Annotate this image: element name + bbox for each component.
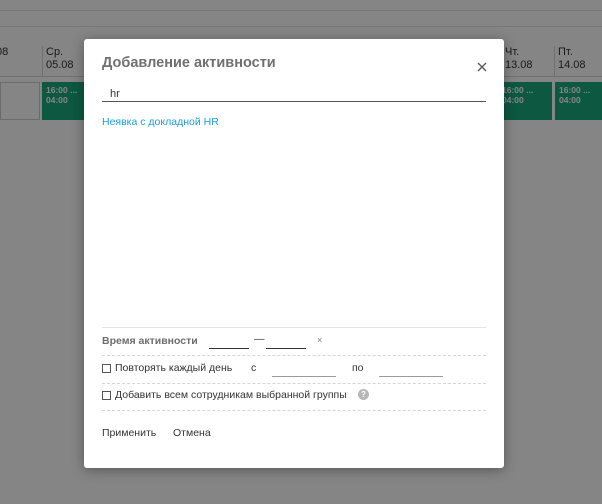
time-to-input[interactable] [266, 335, 306, 349]
help-icon[interactable]: ? [358, 389, 369, 400]
cancel-button[interactable]: Отмена [173, 427, 211, 439]
add-all-employees-checkbox[interactable] [102, 391, 111, 400]
time-from-input[interactable] [209, 335, 249, 349]
repeat-daily-checkbox[interactable] [102, 364, 111, 373]
apply-button[interactable]: Применить [102, 427, 156, 439]
search-input[interactable] [102, 86, 486, 102]
activity-result-item[interactable]: Неявка с докладной HR [102, 116, 219, 128]
from-label: с [251, 362, 257, 374]
clear-time-icon[interactable]: × [317, 335, 322, 345]
repeat-from-input[interactable] [272, 363, 336, 377]
time-dash: — [254, 333, 265, 345]
divider [102, 355, 486, 356]
to-label: по [352, 362, 364, 374]
dialog-title: Добавление активности [102, 55, 276, 71]
add-activity-dialog: Добавление активности Неявка с докладной… [84, 39, 504, 468]
divider [102, 410, 486, 411]
repeat-daily-label: Повторять каждый день [115, 362, 233, 374]
activity-time-label: Время активности [102, 335, 198, 347]
close-icon[interactable] [474, 59, 490, 75]
add-all-employees-label: Добавить всем сотрудникам выбранной груп… [115, 389, 347, 401]
repeat-to-input[interactable] [379, 363, 443, 377]
divider [102, 327, 486, 328]
divider [102, 383, 486, 384]
